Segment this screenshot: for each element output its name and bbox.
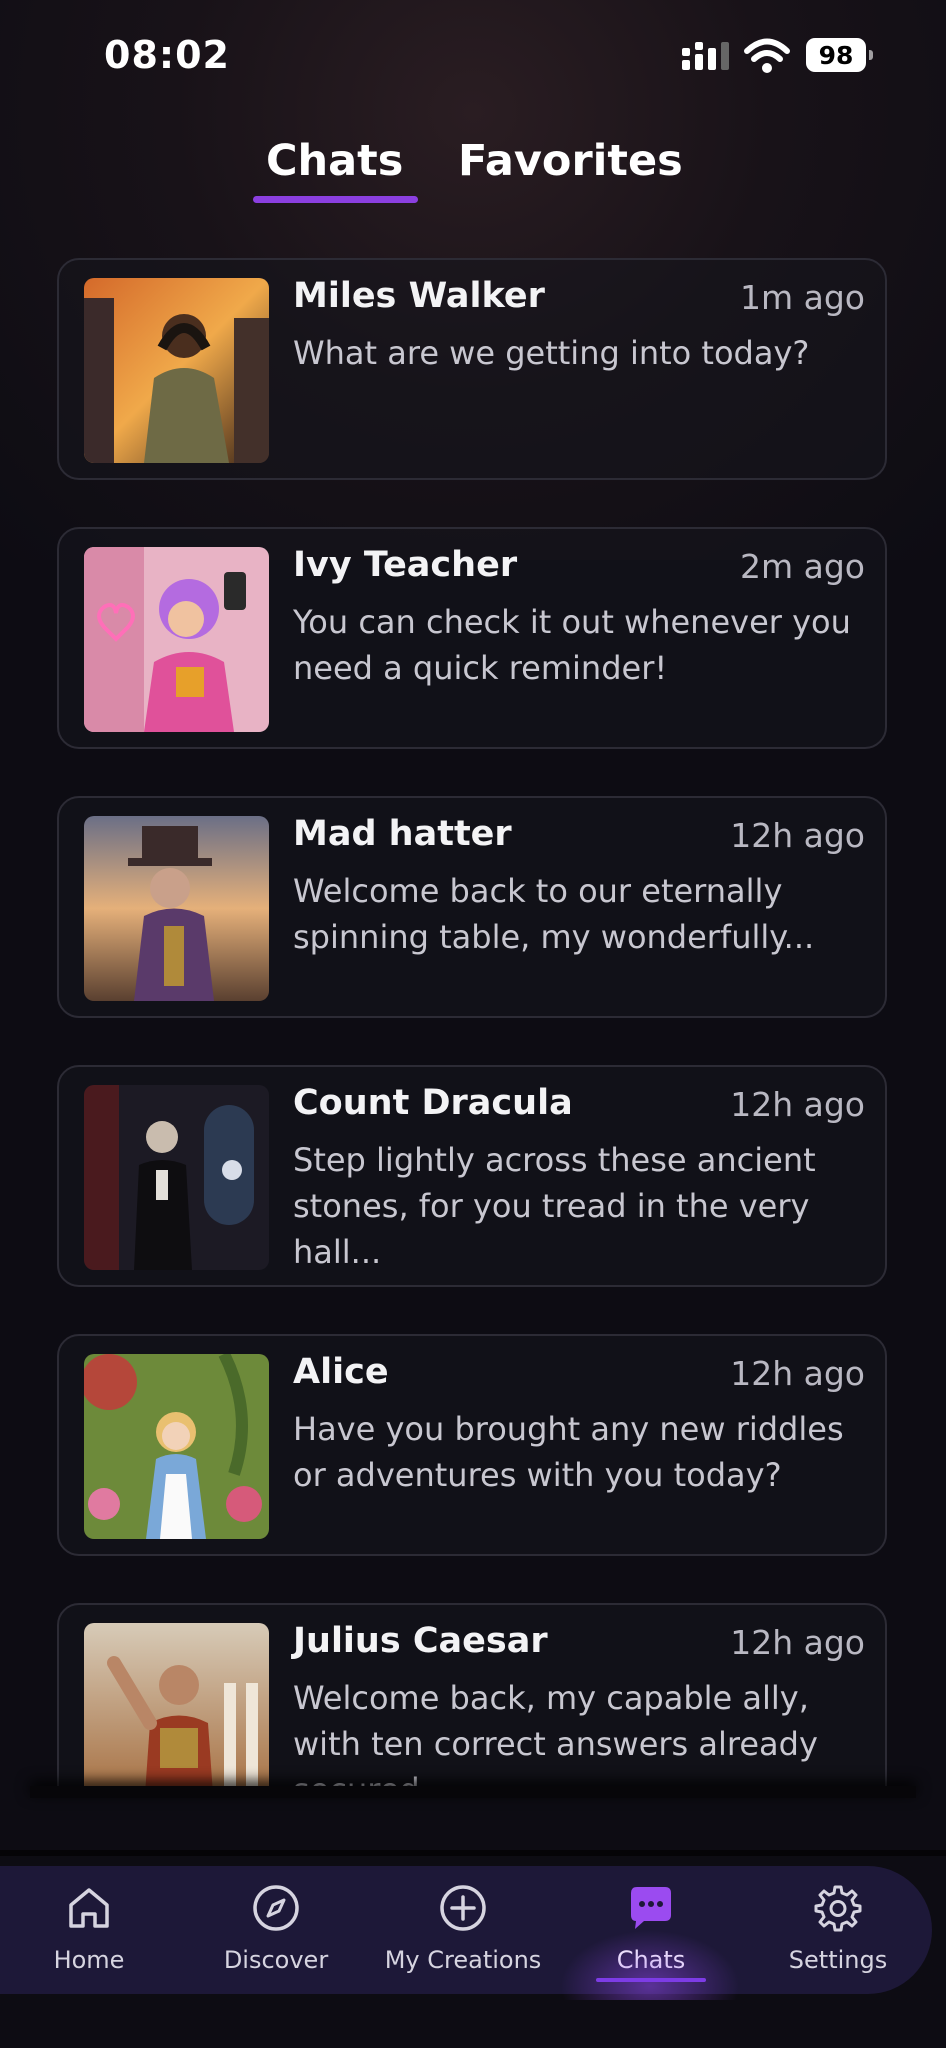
avatar	[84, 816, 269, 1001]
compass-icon	[253, 1885, 299, 1931]
avatar	[84, 1354, 269, 1539]
nav-label: Settings	[788, 1946, 888, 1974]
chat-item-julius-caesar[interactable]: Julius Caesar 12h ago Welcome back, my c…	[57, 1603, 887, 1798]
gear-icon	[814, 1885, 862, 1932]
nav-my-creations[interactable]: My Creations	[385, 1866, 541, 1994]
chat-item-ivy-teacher[interactable]: Ivy Teacher 2m ago You can check it out …	[57, 527, 887, 749]
chat-item-alice[interactable]: Alice 12h ago Have you brought any new r…	[57, 1334, 887, 1556]
nav-label: Chats	[616, 1946, 686, 1974]
plus-circle-icon	[440, 1885, 486, 1931]
chat-preview: Have you brought any new riddles or adve…	[293, 1410, 844, 1494]
battery-level: 98	[806, 38, 866, 72]
chat-preview: What are we getting into today?	[293, 334, 810, 372]
chat-name: Miles Walker	[293, 276, 545, 316]
nav-label: Discover	[223, 1946, 329, 1974]
chat-item-mad-hatter[interactable]: Mad hatter 12h ago Welcome back to our e…	[57, 796, 887, 1018]
nav-home[interactable]: Home	[14, 1866, 164, 1994]
chat-list[interactable]: Miles Walker 1m ago What are we getting …	[57, 258, 889, 1798]
chat-time: 12h ago	[730, 1623, 865, 1662]
chat-preview: Welcome back, my capable ally, with ten …	[293, 1679, 818, 1798]
home-icon	[69, 1888, 109, 1928]
chat-bubble-icon	[631, 1887, 671, 1929]
chat-time: 2m ago	[740, 547, 865, 586]
chat-tabs: Chats Favorites	[0, 136, 946, 206]
nav-discover[interactable]: Discover	[201, 1866, 351, 1994]
wifi-icon	[744, 38, 790, 73]
chat-item-count-dracula[interactable]: Count Dracula 12h ago Step lightly acros…	[57, 1065, 887, 1287]
active-nav-indicator	[596, 1978, 706, 1982]
chat-time: 1m ago	[740, 278, 865, 317]
chat-name: Julius Caesar	[293, 1621, 548, 1661]
tab-favorites[interactable]: Favorites	[458, 136, 683, 186]
chat-name: Alice	[293, 1352, 389, 1392]
nav-label: Home	[53, 1946, 125, 1974]
chat-name: Ivy Teacher	[293, 545, 518, 585]
chat-item-miles-walker[interactable]: Miles Walker 1m ago What are we getting …	[57, 258, 887, 480]
tab-chats[interactable]: Chats	[266, 136, 403, 186]
active-tab-indicator	[253, 196, 418, 203]
status-time: 08:02	[104, 33, 230, 77]
chat-preview: You can check it out whenever you need a…	[293, 603, 851, 687]
chat-time: 12h ago	[730, 1085, 865, 1124]
list-bottom-fade	[30, 1786, 916, 1798]
chat-time: 12h ago	[730, 816, 865, 855]
bottom-nav: Home Discover My Creations Chats Setting…	[0, 1866, 932, 1994]
nav-separator	[0, 1850, 946, 1856]
avatar	[84, 1623, 269, 1798]
avatar	[84, 278, 269, 463]
status-bar: 08:02 98	[0, 0, 946, 110]
battery-tip	[869, 50, 873, 60]
nav-label: My Creations	[384, 1946, 542, 1974]
avatar	[84, 1085, 269, 1270]
battery-indicator: 98	[806, 38, 874, 72]
chat-time: 12h ago	[730, 1354, 865, 1393]
chat-name: Mad hatter	[293, 814, 512, 854]
chat-preview: Step lightly across these ancient stones…	[293, 1141, 816, 1271]
nav-chats[interactable]: Chats	[576, 1866, 726, 1994]
nav-settings[interactable]: Settings	[763, 1866, 913, 1994]
avatar	[84, 547, 269, 732]
chat-name: Count Dracula	[293, 1083, 573, 1123]
chat-preview: Welcome back to our eternally spinning t…	[293, 872, 815, 956]
cellular-signal-icon	[682, 42, 729, 70]
